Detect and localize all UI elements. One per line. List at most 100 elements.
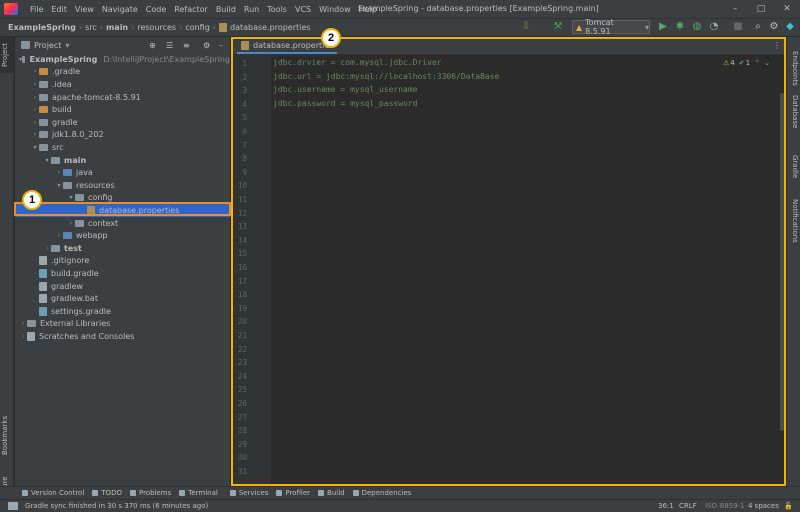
breadcrumb-project[interactable]: ExampleSpring <box>8 23 76 32</box>
tree-item[interactable]: › apache-tomcat-8.5.91 <box>15 91 230 104</box>
chevron-right-icon[interactable]: › <box>31 94 39 101</box>
tree-item[interactable]: settings.gradle <box>15 305 230 318</box>
chevron-right-icon[interactable]: › <box>19 320 27 327</box>
tree-item[interactable]: .gitignore <box>15 255 230 268</box>
breadcrumb-main[interactable]: main <box>106 23 128 32</box>
terminal-button[interactable]: Terminal <box>179 489 218 497</box>
profile-icon[interactable]: ◔ <box>708 21 720 33</box>
menu-run[interactable]: Run <box>240 5 263 14</box>
file-encoding[interactable]: ISO-8859-1 <box>705 502 745 510</box>
todo-button[interactable]: TODO <box>92 489 122 497</box>
dependencies-button[interactable]: Dependencies <box>352 489 411 497</box>
chevron-right-icon[interactable]: › <box>67 220 75 227</box>
tree-item[interactable]: › .gradle <box>15 66 230 79</box>
menu-vcs[interactable]: VCS <box>291 5 315 14</box>
tree-item[interactable]: › jdk1.8.0_202 <box>15 129 230 142</box>
breadcrumb-config[interactable]: config <box>185 23 209 32</box>
tree-item[interactable]: › External Libraries <box>15 318 230 331</box>
tree-item[interactable]: › build <box>15 103 230 116</box>
code-line[interactable]: jdbc.url = jdbc:mysql://localhost:3306/D… <box>273 72 499 81</box>
menu-edit[interactable]: Edit <box>47 5 71 14</box>
code-line[interactable]: jdbc.drvier = com.mysql.jdbc.Driver <box>273 58 442 67</box>
tree-item-root[interactable]: ▾ ExampleSpring D:\IntelliJProject\Example… <box>15 53 230 66</box>
tree-item[interactable]: ▾ main <box>15 154 230 167</box>
code-text-area[interactable]: jdbc.drvier = com.mysql.jdbc.Driver jdbc.… <box>233 55 778 484</box>
project-stripe-button[interactable]: Project <box>0 37 14 73</box>
chevron-right-icon[interactable]: › <box>55 232 63 239</box>
run-icon[interactable]: ▶ <box>657 21 669 33</box>
version-control-button[interactable]: Version Control <box>22 489 84 497</box>
menu-code[interactable]: Code <box>142 5 170 14</box>
tree-item[interactable]: build.gradle <box>15 267 230 280</box>
chevron-right-icon[interactable]: › <box>55 169 63 176</box>
chevron-right-icon[interactable]: › <box>31 119 39 126</box>
menu-window[interactable]: Window <box>315 5 355 14</box>
tree-item[interactable]: › Scratches and Consoles <box>15 330 230 343</box>
tree-item[interactable]: › context <box>15 217 230 230</box>
tree-item[interactable]: › test <box>15 242 230 255</box>
chevron-right-icon[interactable]: › <box>31 131 39 138</box>
debug-icon[interactable]: ✱ <box>674 21 686 33</box>
hide-icon[interactable]: – <box>219 41 223 50</box>
menu-build[interactable]: Build <box>212 5 240 14</box>
collapse-all-icon[interactable]: ≡ <box>183 41 190 50</box>
chevron-down-icon[interactable]: ▾ <box>65 41 69 50</box>
notifications-stripe-button[interactable]: Notifications <box>791 199 799 243</box>
chevron-down-icon[interactable]: ▾ <box>67 194 75 201</box>
stop-icon[interactable]: ■ <box>732 21 744 33</box>
chevron-down-icon[interactable]: ▾ <box>43 157 51 164</box>
chevron-down-icon[interactable]: ▾ <box>55 182 63 189</box>
breadcrumb-file[interactable]: database.properties <box>230 23 310 32</box>
editor-scrollbar[interactable] <box>780 93 784 431</box>
database-stripe-button[interactable]: Database <box>791 95 799 128</box>
more-tabs-icon[interactable]: ⋮ <box>773 41 781 50</box>
maximize-icon[interactable]: □ <box>748 0 774 18</box>
options-gear-icon[interactable]: ⚙ <box>203 41 210 50</box>
tree-item[interactable]: gradlew <box>15 280 230 293</box>
tree-item[interactable]: › webapp <box>15 229 230 242</box>
profiler-button[interactable]: Profiler <box>276 489 310 497</box>
chevron-right-icon[interactable]: › <box>19 333 27 340</box>
menu-file[interactable]: File <box>26 5 47 14</box>
menu-refactor[interactable]: Refactor <box>170 5 212 14</box>
chevron-right-icon[interactable]: › <box>43 245 51 252</box>
project-view-title[interactable]: Project <box>34 41 61 50</box>
locate-icon[interactable]: ⊕ <box>149 41 156 50</box>
problems-button[interactable]: Problems <box>129 489 171 497</box>
vcs-update-icon[interactable]: ⇩ <box>520 21 532 33</box>
bookmarks-stripe-button[interactable]: Bookmarks <box>1 416 9 455</box>
build-button[interactable]: Build <box>318 489 345 497</box>
chevron-right-icon[interactable]: › <box>31 81 39 88</box>
coverage-icon[interactable]: ◍ <box>691 21 703 33</box>
tree-item[interactable]: › .idea <box>15 78 230 91</box>
code-line[interactable]: jdbc.password = mysql_password <box>273 99 418 108</box>
run-configuration-select[interactable]: ▲ Tomcat 8.5.91 ▾ <box>572 18 650 36</box>
settings-gear-icon[interactable]: ⚙ <box>768 21 780 33</box>
close-icon[interactable]: ✕ <box>774 0 800 18</box>
chevron-down-icon[interactable]: ▾ <box>31 144 39 151</box>
build-hammer-icon[interactable]: ⚒ <box>552 21 564 33</box>
search-icon[interactable]: ⌕ <box>752 21 764 33</box>
services-button[interactable]: Services <box>229 489 268 497</box>
caret-position[interactable]: 36:1 <box>658 502 674 510</box>
indent-setting[interactable]: 4 spaces <box>748 502 779 510</box>
code-with-me-icon[interactable]: ◆ <box>784 21 796 33</box>
endpoints-stripe-button[interactable]: Endpoints <box>791 51 799 86</box>
breadcrumb-resources[interactable]: resources <box>137 23 176 32</box>
gradle-stripe-button[interactable]: Gradle <box>791 155 799 178</box>
menu-view[interactable]: View <box>71 5 98 14</box>
chevron-right-icon[interactable]: › <box>31 68 39 75</box>
tree-item[interactable]: ▾ src <box>15 141 230 154</box>
status-toggle-icon[interactable] <box>8 502 18 510</box>
tree-item[interactable]: › gradle <box>15 116 230 129</box>
line-separator[interactable]: CRLF <box>679 502 697 510</box>
menu-navigate[interactable]: Navigate <box>98 5 142 14</box>
tree-item[interactable]: ▾ resources <box>15 179 230 192</box>
minimize-icon[interactable]: – <box>722 0 748 18</box>
lock-icon[interactable]: 🔓 <box>784 502 793 510</box>
breadcrumb-src[interactable]: src <box>85 23 97 32</box>
code-line[interactable]: jdbc.username = mysql_username <box>273 85 418 94</box>
tree-item[interactable]: › java <box>15 166 230 179</box>
status-message[interactable]: Gradle sync finished in 30 s 370 ms (6 m… <box>25 502 208 510</box>
chevron-right-icon[interactable]: › <box>31 106 39 113</box>
